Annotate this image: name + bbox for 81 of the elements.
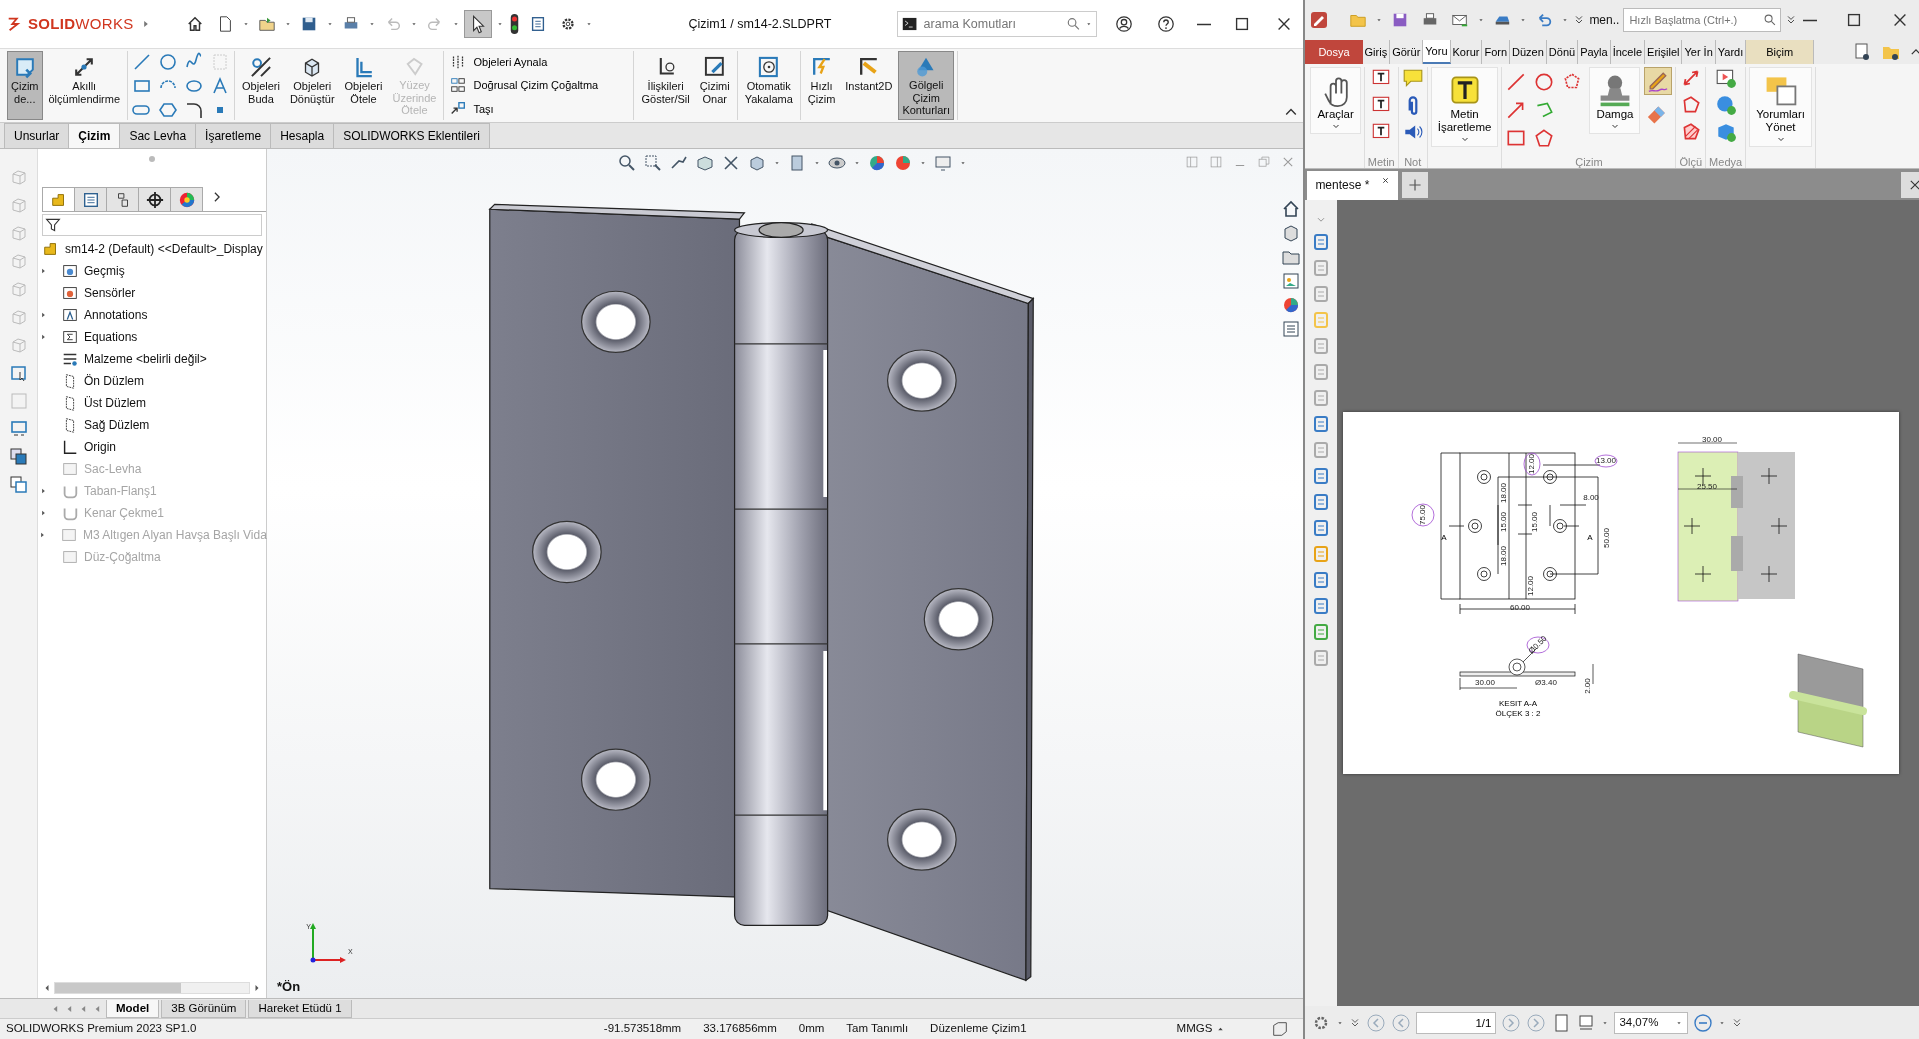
tree-item[interactable]: Annotations [84, 306, 148, 324]
dimension-label: 30.00 [1475, 678, 1496, 688]
tree-item[interactable]: Geçmiş [84, 262, 125, 280]
model-tab[interactable]: 3B Görünüm [161, 999, 247, 1018]
dimension-label: 12.00 [1526, 576, 1536, 596]
x-coordinate: -91.573518mm [603, 1021, 682, 1037]
unit-system[interactable]: MMGS [1176, 1020, 1213, 1038]
ribbon-button[interactable]: Gölgeli Çizim Konturları [898, 51, 955, 120]
dimension-label: 18.00 [1499, 483, 1509, 503]
ribbon-button[interactable]: Otomatik Yakalama [740, 51, 797, 120]
dimension-label: 8.00 [1583, 493, 1600, 503]
ribbon-tab[interactable]: SOLIDWORKS Eklentileri [333, 123, 490, 148]
ribbon-tab[interactable]: Sac Levha [119, 123, 197, 148]
ribbon-tab[interactable]: İşaretleme [195, 123, 272, 148]
dimension-label: Ø3.40 [1535, 678, 1558, 688]
section-mark: A [1587, 533, 1594, 542]
command-search-box[interactable]: arama Komutları [897, 11, 1098, 37]
view-name: *Ön [277, 977, 301, 996]
tree-item[interactable]: Sensörler [84, 284, 136, 302]
ribbon-button[interactable]: Araçlar [1310, 67, 1361, 135]
dimension-label: 13.00 [1596, 456, 1617, 466]
ribbon-button[interactable]: Objeleri Buda [238, 51, 284, 120]
dimension-label: 60.00 [1510, 603, 1531, 613]
ribbon-button[interactable]: Çizimi Onar [695, 51, 734, 120]
window-title: Çizim1 / sm14-2.SLDPRT [688, 15, 832, 33]
dimension-label: 2.00 [1583, 678, 1593, 694]
tree-item[interactable]: Üst Düzlem [84, 394, 146, 412]
ribbon-button[interactable]: Objeleri Aynala [447, 52, 631, 71]
page-number-field[interactable]: 1/1 [1416, 1011, 1497, 1034]
model-tab[interactable]: Hareket Etüdü 1 [248, 999, 352, 1018]
section-mark: A [1441, 533, 1448, 542]
ribbon-button[interactable]: Damga [1589, 67, 1641, 135]
ribbon-tab[interactable]: Yoru [1423, 40, 1451, 64]
ribbon-button[interactable]: Hızlı Çizim [803, 51, 840, 120]
dimension-label: 15.00 [1499, 512, 1509, 532]
ribbon-button[interactable]: Metin İşaretleme [1430, 67, 1499, 148]
ribbon-tab[interactable]: Unsurlar [4, 123, 70, 148]
tree-item[interactable]: Sağ Düzlem [84, 416, 150, 434]
ribbon-button[interactable]: Instant2D [841, 51, 897, 120]
section-caption: ÖLÇEK 3 : 2 [1495, 709, 1541, 718]
section-caption: KESIT A-A [1499, 699, 1538, 708]
dimension-label: 12.00 [1527, 454, 1537, 474]
dimension-label: 30.00 [1702, 435, 1723, 445]
command-search-field[interactable]: arama Komutları [921, 13, 1062, 35]
document-name: men.. [1589, 12, 1620, 29]
z-coordinate: 0mm [798, 1021, 825, 1037]
product-version: SOLIDWORKS Premium 2023 SP1.0 [6, 1021, 197, 1037]
y-coordinate: 33.176856mm [703, 1021, 777, 1037]
ribbon-tab[interactable]: Çizim [68, 123, 121, 148]
tree-root[interactable]: sm14-2 (Default) <<Default>_Display [65, 240, 263, 258]
group-label: Çizim [1575, 155, 1603, 168]
ribbon-tab[interactable]: Hesapla [270, 123, 335, 148]
zoom-field[interactable]: 34,07% [1614, 1011, 1689, 1034]
group-label: Metin [1367, 155, 1395, 168]
model-tab[interactable]: Model [106, 999, 160, 1018]
ribbon-button[interactable]: Taşı [447, 100, 631, 119]
dimension-label: 50.00 [1602, 528, 1612, 548]
edit-mode: Düzenleme Çizim1 [930, 1021, 1027, 1037]
ribbon-button[interactable]: Yorumları Yönet [1749, 67, 1812, 148]
dimension-label: 15.00 [1530, 512, 1540, 532]
ribbon-button[interactable]: Akıllı ölçümlendirme [44, 51, 124, 120]
ribbon-button[interactable]: Objeleri Ötele [340, 51, 387, 120]
ribbon-tab[interactable]: Biçim [1746, 40, 1815, 64]
ribbon-button[interactable]: Doğrusal Çizim Çoğaltma [447, 76, 631, 95]
ribbon-button[interactable]: Objeleri Dönüştür [285, 51, 339, 120]
group-label: Ölçü [1679, 155, 1703, 168]
dimension-label: 75.00 [1418, 505, 1428, 525]
sketch-state: Tam Tanımlı [846, 1021, 909, 1037]
tree-item[interactable]: Equations [84, 328, 138, 346]
ribbon-button[interactable]: İlişkileri Göster/Sil [637, 51, 694, 120]
tree-item[interactable]: Origin [84, 438, 116, 456]
ribbon-button[interactable]: Çizim de... [7, 51, 43, 120]
dimension-label: 25.50 [1697, 482, 1718, 492]
tree-item[interactable]: Ön Düzlem [84, 372, 145, 390]
tree-item[interactable]: Malzeme <belirli değil> [84, 350, 207, 368]
ribbon-tab[interactable]: Dosya [1305, 40, 1363, 64]
group-label: Not [1404, 155, 1422, 168]
quick-launch-box[interactable]: Hızlı Başlatma (Ctrl+.) [1623, 8, 1782, 32]
app-logo: SOLIDWORKS [28, 13, 134, 34]
group-label: Medya [1709, 155, 1743, 168]
dimension-label: 18.00 [1499, 546, 1509, 566]
